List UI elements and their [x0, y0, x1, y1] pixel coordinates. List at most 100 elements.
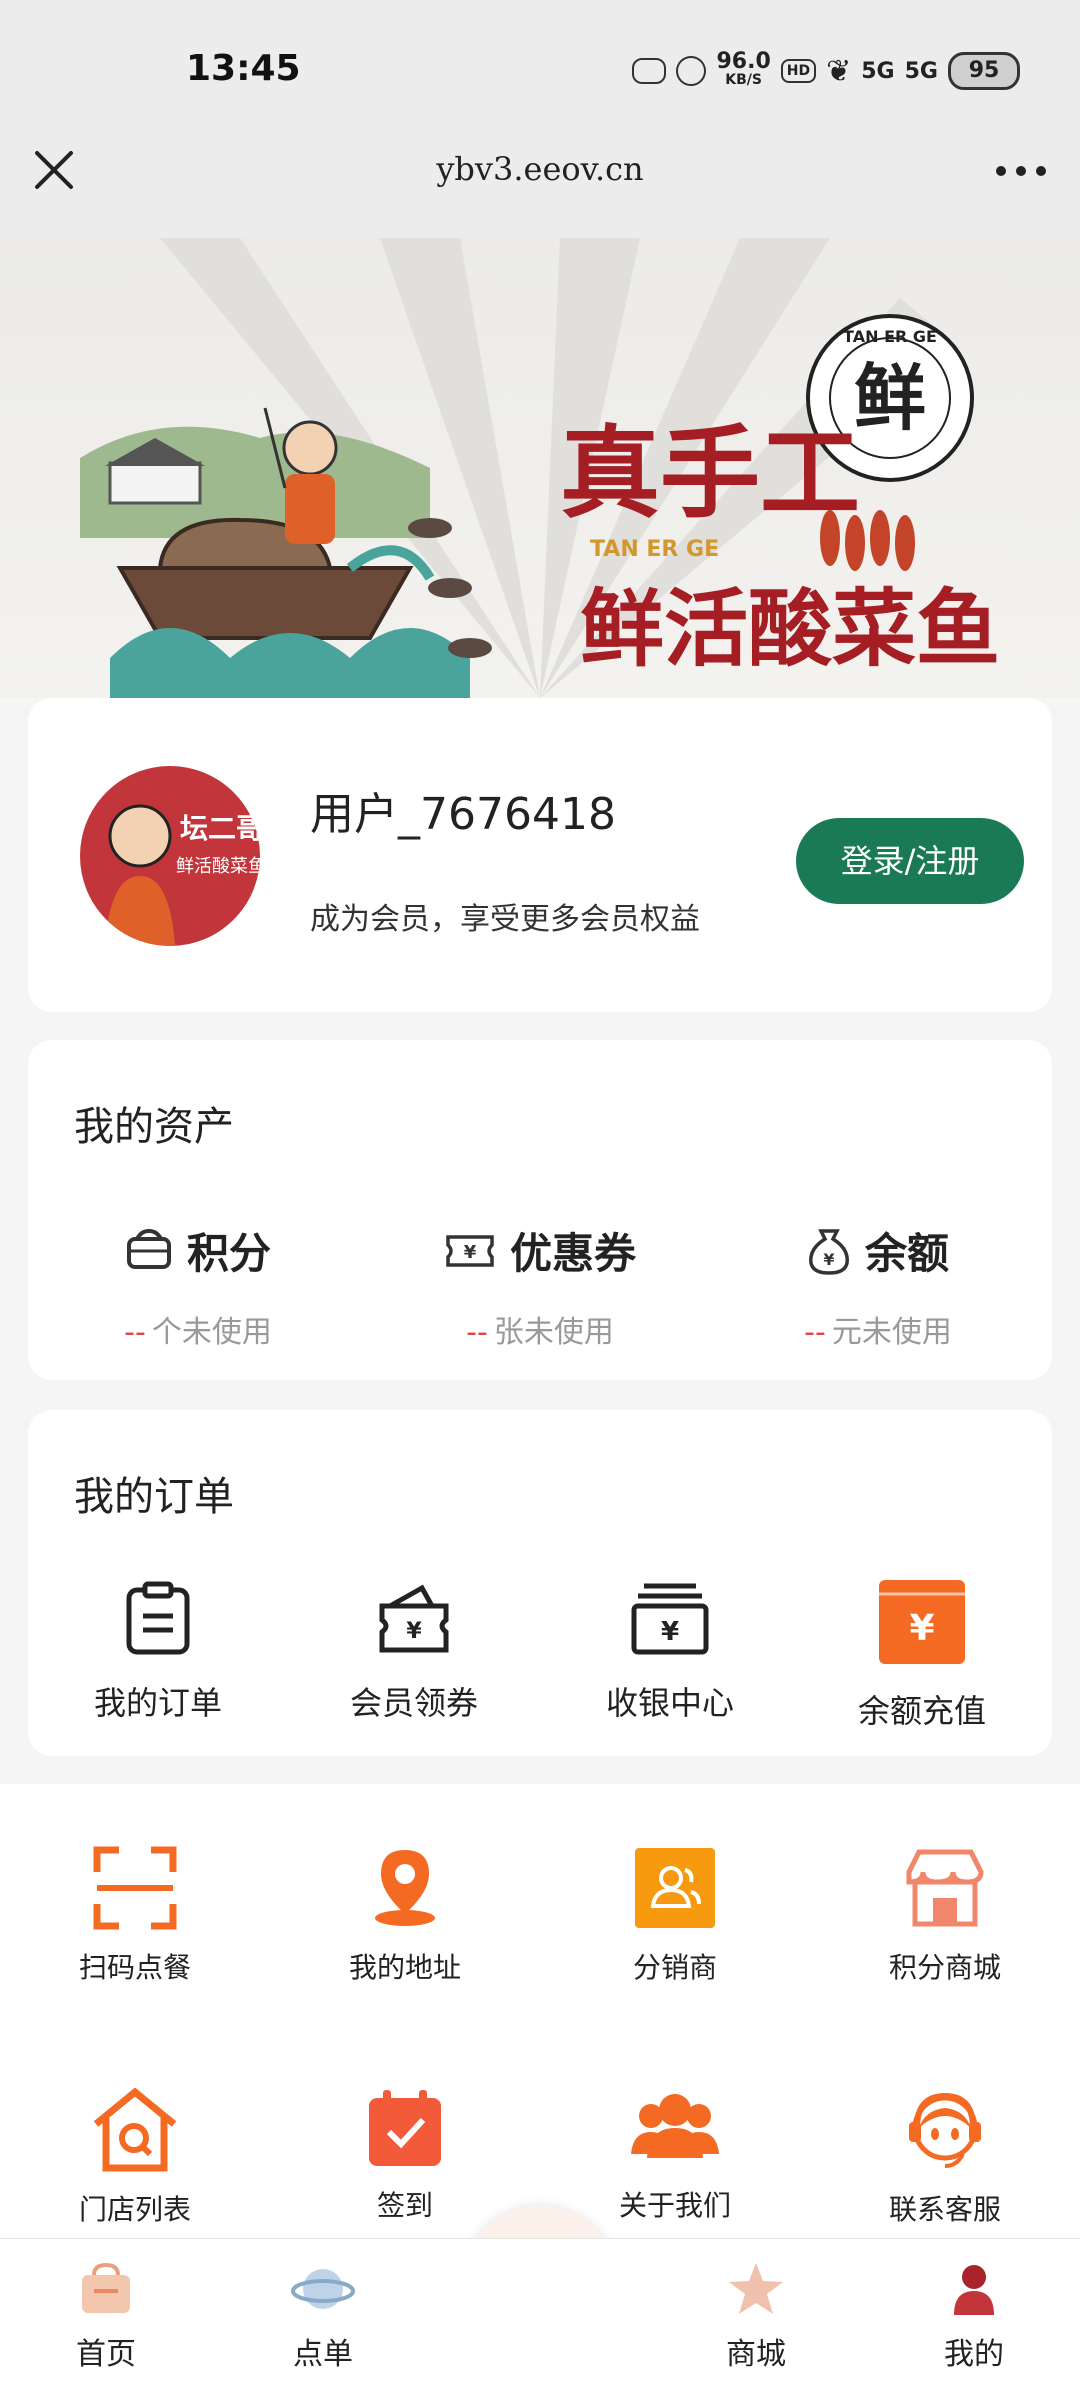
- service-my-address[interactable]: 我的地址: [270, 1846, 540, 1986]
- scan-icon: [93, 1846, 177, 1930]
- order-my-orders-label: 我的订单: [93, 1684, 222, 1722]
- signal-5g-2: 5G: [904, 58, 938, 84]
- svg-text:¥: ¥: [464, 1242, 477, 1263]
- service-about-us-label: 关于我们: [618, 2189, 731, 2222]
- banner-brand-en: TAN ER GE: [590, 537, 719, 562]
- order-member-coupons[interactable]: ¥ 会员领券: [286, 1580, 542, 1724]
- asset-balance-label: 余额: [864, 1229, 949, 1278]
- service-points-mall-label: 积分商城: [888, 1951, 1001, 1984]
- coupon-icon: ¥: [446, 1234, 494, 1267]
- banner-headline-1: 真手工: [560, 414, 860, 532]
- calendar-check-icon: [369, 2090, 441, 2166]
- signal-5g-1: 5G: [861, 58, 895, 84]
- nav-home-label: 首页: [76, 2337, 136, 2372]
- status-time: 13:45: [186, 48, 301, 89]
- cashier-icon: ¥: [631, 1583, 709, 1655]
- order-my-orders[interactable]: 我的订单: [30, 1580, 286, 1724]
- service-distributor[interactable]: 分销商: [540, 1846, 810, 1986]
- assets-title: 我的资产: [74, 1104, 234, 1150]
- money-bag-icon: ¥: [809, 1228, 849, 1275]
- coupon-wallet-icon: ¥: [379, 1584, 449, 1653]
- points-wallet-icon: [126, 1228, 171, 1269]
- bottom-nav: 首页 点单 商城 我的: [0, 2238, 1080, 2401]
- avatar[interactable]: 坛二哥 鲜活酸菜鱼: [80, 766, 260, 946]
- nav-mall-label: 商城: [726, 2337, 786, 2372]
- banner-headline-2: 鲜活酸菜鱼: [580, 579, 1000, 678]
- store-search-icon: [93, 2088, 177, 2172]
- asset-points-label: 积分: [186, 1229, 271, 1278]
- service-distributor-label: 分销商: [632, 1951, 717, 1984]
- promo-banner[interactable]: 鲜 TAN ER GE 真手工 TAN ER GE 鲜活酸菜鱼: [0, 238, 1080, 698]
- asset-coupons-dash: --: [466, 1315, 488, 1350]
- service-scan-order[interactable]: 扫码点餐: [0, 1846, 270, 1986]
- more-icon[interactable]: [996, 166, 1046, 176]
- service-about-us[interactable]: 关于我们: [540, 2088, 810, 2224]
- app-notification-icon: [676, 56, 707, 86]
- order-cashier[interactable]: ¥ 收银中心: [542, 1580, 798, 1724]
- banner-illustration: 鲜 TAN ER GE 真手工 TAN ER GE 鲜活酸菜鱼: [80, 238, 1000, 698]
- store-icon: [906, 1849, 984, 1927]
- login-register-button[interactable]: 登录/注册: [796, 818, 1024, 904]
- services-grid: 扫码点餐 我的地址 分销商 积分商城 门店列表 签到 关于我们 联系客服: [0, 1784, 1080, 2240]
- svg-text:¥: ¥: [661, 1617, 679, 1647]
- asset-coupons-label: 优惠券: [509, 1229, 636, 1278]
- asset-points[interactable]: 积分 -- 个未使用: [48, 1220, 348, 1351]
- home-icon: [82, 2262, 130, 2313]
- svg-text:¥: ¥: [406, 1619, 422, 1644]
- hd-badge: HD: [780, 59, 817, 83]
- browser-bar: ybv3.eeov.cn: [0, 100, 1080, 240]
- net-speed: 96.0 KB/S: [716, 49, 771, 89]
- order-cashier-label: 收银中心: [605, 1684, 734, 1722]
- orders-card: 我的订单 我的订单 ¥ 会员领券 ¥ 收银中心 ¥ 余额充值: [28, 1410, 1052, 1756]
- location-pin-icon: [375, 1850, 435, 1926]
- service-points-mall[interactable]: 积分商城: [810, 1846, 1080, 1986]
- service-customer-support[interactable]: 联系客服: [810, 2088, 1080, 2228]
- member-tip: 成为会员，享受更多会员权益: [310, 902, 700, 937]
- service-checkin[interactable]: 签到: [270, 2088, 540, 2224]
- username: 用户_7676418: [310, 789, 616, 840]
- svg-text:¥: ¥: [909, 1608, 934, 1649]
- wifi-icon: ❦: [826, 53, 852, 89]
- status-icons: 96.0 KB/S HD ❦ 5G 5G 95: [632, 49, 1020, 90]
- nav-mine-label: 我的: [944, 2337, 1004, 2372]
- nav-order[interactable]: 点单: [243, 2261, 403, 2373]
- avatar-brand: 坛二哥: [180, 812, 260, 845]
- planet-icon: [291, 2269, 355, 2309]
- service-customer-support-label: 联系客服: [888, 2193, 1001, 2226]
- net-speed-unit: KB/S: [725, 72, 762, 88]
- asset-coupons[interactable]: ¥ 优惠券 -- 张未使用: [390, 1220, 690, 1351]
- avatar-sub: 鲜活酸菜鱼: [176, 856, 260, 877]
- user-icon: [954, 2265, 994, 2315]
- assets-card: 我的资产 积分 -- 个未使用 ¥ 优惠券 -- 张未使用 ¥ 余额 -- 元未…: [28, 1040, 1052, 1380]
- nav-mall[interactable]: 商城: [676, 2261, 836, 2373]
- seal-text: TAN ER GE: [843, 327, 937, 346]
- svg-text:¥: ¥: [823, 1250, 834, 1269]
- recharge-icon: ¥: [879, 1580, 965, 1664]
- url-title: ybv3.eeov.cn: [436, 150, 644, 188]
- notification-icon: [632, 58, 667, 84]
- nav-order-label: 点单: [293, 2337, 353, 2372]
- net-speed-value: 96.0: [716, 49, 771, 74]
- battery-icon: 95: [948, 52, 1020, 90]
- asset-balance-sub: 元未使用: [831, 1315, 952, 1350]
- orders-title: 我的订单: [74, 1474, 234, 1520]
- customer-service-icon: [909, 2092, 981, 2168]
- service-store-list-label: 门店列表: [78, 2193, 191, 2226]
- asset-balance-dash: --: [804, 1315, 826, 1350]
- service-scan-order-label: 扫码点餐: [78, 1951, 191, 1984]
- clipboard-icon: [126, 1581, 190, 1655]
- service-store-list[interactable]: 门店列表: [0, 2088, 270, 2228]
- nav-mine[interactable]: 我的: [894, 2261, 1054, 2373]
- service-my-address-label: 我的地址: [348, 1951, 461, 1984]
- nav-home[interactable]: 首页: [26, 2261, 186, 2373]
- star-icon: [729, 2263, 783, 2314]
- order-recharge-label: 余额充值: [857, 1692, 986, 1730]
- asset-points-sub: 个未使用: [151, 1315, 272, 1350]
- order-recharge[interactable]: ¥ 余额充值: [794, 1580, 1050, 1732]
- asset-coupons-sub: 张未使用: [493, 1315, 614, 1350]
- asset-points-dash: --: [124, 1315, 146, 1350]
- order-member-coupons-label: 会员领券: [349, 1684, 478, 1722]
- asset-balance[interactable]: ¥ 余额 -- 元未使用: [728, 1220, 1028, 1351]
- people-group-icon: [631, 2094, 719, 2158]
- distributor-icon: [635, 1848, 715, 1928]
